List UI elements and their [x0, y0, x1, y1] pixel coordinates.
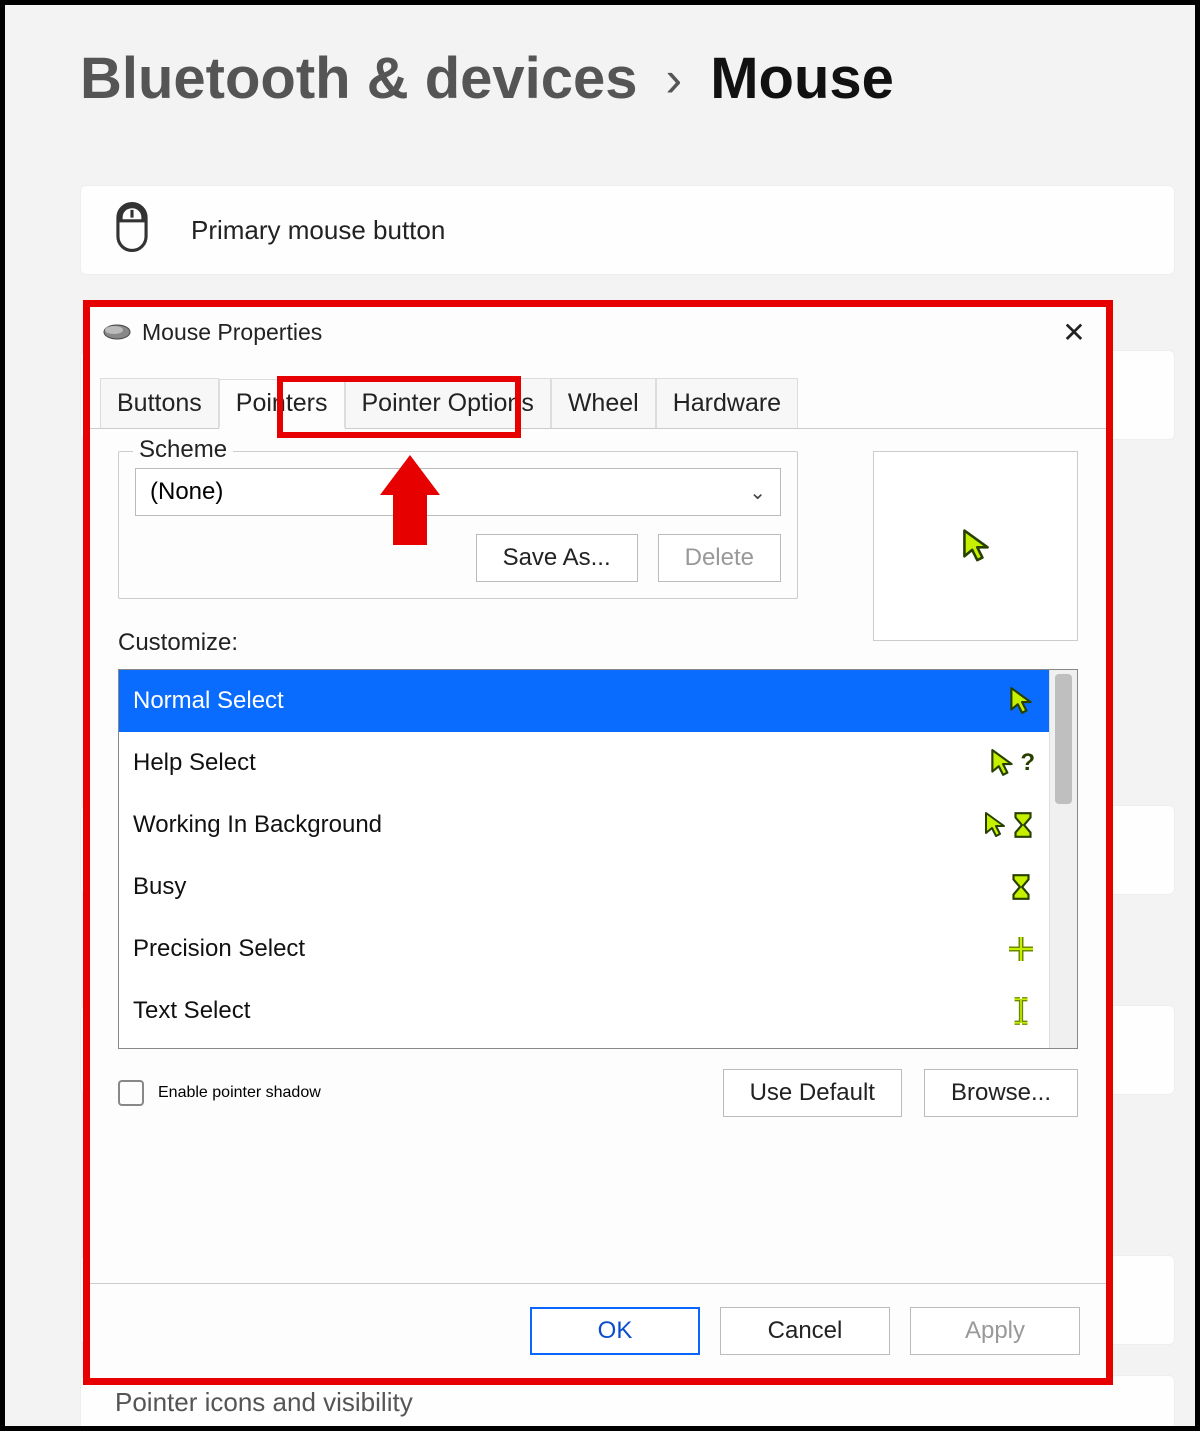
setting-row-pointer-icons-label: Pointer icons and visibility — [115, 1387, 413, 1418]
chevron-down-icon: ⌄ — [749, 480, 766, 505]
chevron-right-icon: › — [666, 50, 683, 108]
cancel-button[interactable]: Cancel — [720, 1307, 890, 1355]
dialog-footer: OK Cancel Apply — [90, 1283, 1106, 1378]
dialog-tabs: Buttons Pointers Pointer Options Wheel H… — [90, 367, 1106, 429]
tab-hardware[interactable]: Hardware — [656, 378, 798, 428]
apply-button[interactable]: Apply — [910, 1307, 1080, 1355]
tab-wheel[interactable]: Wheel — [551, 378, 656, 428]
tab-buttons[interactable]: Buttons — [100, 378, 219, 428]
browse-button[interactable]: Browse... — [924, 1069, 1078, 1117]
tab-pointers[interactable]: Pointers — [219, 379, 345, 429]
breadcrumb-current: Mouse — [710, 45, 894, 112]
pointer-shadow-checkbox[interactable] — [118, 1080, 144, 1106]
ok-button[interactable]: OK — [530, 1307, 700, 1355]
list-item[interactable]: Busy — [119, 856, 1049, 918]
list-item-label: Busy — [133, 873, 186, 901]
mouse-hardware-icon — [102, 322, 132, 342]
highlight-arrow — [380, 455, 440, 545]
cursor-precision-icon — [983, 929, 1035, 969]
dialog-title: Mouse Properties — [142, 319, 322, 346]
scheme-fieldset: Scheme (None) ⌄ Save As... Delete — [118, 451, 798, 599]
scrollbar[interactable] — [1049, 670, 1077, 1048]
customize-listbox[interactable]: Normal Select Help Select ? Working — [118, 669, 1078, 1049]
list-item-label: Help Select — [133, 749, 256, 777]
list-item-label: Normal Select — [133, 687, 284, 715]
use-default-button[interactable]: Use Default — [723, 1069, 902, 1117]
setting-row-label: Primary mouse button — [191, 215, 445, 246]
mouse-properties-dialog: Mouse Properties ✕ Buttons Pointers Poin… — [83, 300, 1113, 1385]
scrollbar-thumb[interactable] — [1055, 674, 1072, 804]
list-item-label: Working In Background — [133, 811, 382, 839]
list-item[interactable]: Help Select ? — [119, 732, 1049, 794]
scheme-selected-value: (None) — [150, 478, 223, 506]
list-item-label: Precision Select — [133, 935, 305, 963]
list-item[interactable]: Precision Select — [119, 918, 1049, 980]
cursor-busy-icon — [983, 867, 1035, 907]
scheme-legend: Scheme — [133, 436, 233, 464]
cursor-text-icon — [983, 991, 1035, 1031]
setting-row-primary-button[interactable]: Primary mouse button — [80, 185, 1175, 275]
list-item[interactable]: Text Select — [119, 980, 1049, 1042]
list-item[interactable]: Normal Select — [119, 670, 1049, 732]
breadcrumb: Bluetooth & devices › Mouse — [80, 45, 1155, 112]
pointer-preview — [873, 451, 1078, 641]
delete-button[interactable]: Delete — [658, 534, 781, 582]
list-item[interactable]: Working In Background — [119, 794, 1049, 856]
cursor-normal-icon — [983, 681, 1035, 721]
cursor-working-icon — [983, 805, 1035, 845]
dialog-titlebar: Mouse Properties ✕ — [90, 307, 1106, 357]
scheme-dropdown[interactable]: (None) ⌄ — [135, 468, 781, 516]
tab-pointer-options[interactable]: Pointer Options — [345, 378, 551, 428]
save-as-button[interactable]: Save As... — [476, 534, 638, 582]
cursor-normal-icon — [959, 528, 993, 564]
cursor-help-icon: ? — [983, 743, 1035, 783]
close-icon[interactable]: ✕ — [1054, 316, 1094, 349]
breadcrumb-parent[interactable]: Bluetooth & devices — [80, 45, 638, 112]
pointer-shadow-label: Enable pointer shadow — [158, 1084, 321, 1102]
mouse-icon — [113, 202, 151, 259]
list-item-label: Text Select — [133, 997, 250, 1025]
